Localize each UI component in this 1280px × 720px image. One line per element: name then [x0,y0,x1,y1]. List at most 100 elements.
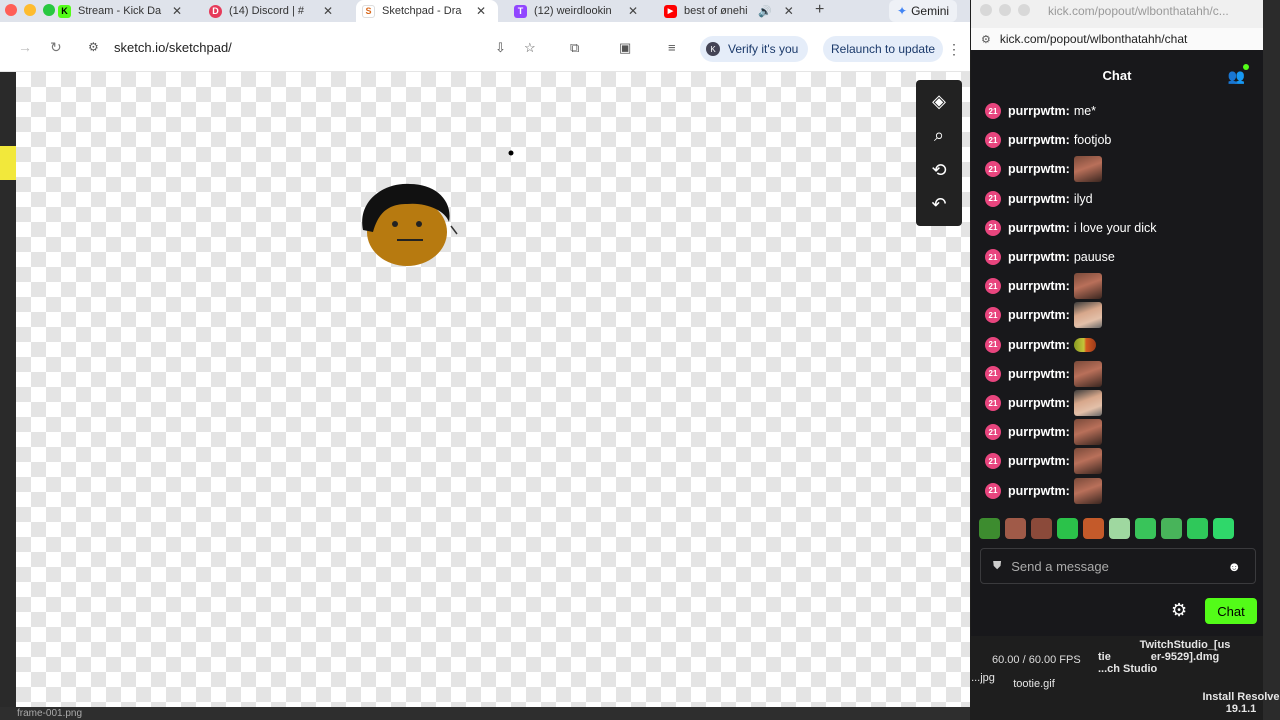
tab-discord[interactable]: D (14) Discord | # ✕ [203,0,333,22]
reading-list-icon[interactable]: ≡ [668,40,676,55]
bookmark-star-icon[interactable]: ☆ [524,40,536,56]
send-chat-button[interactable]: Chat [1205,598,1257,624]
subscriber-badge-icon: 21 [985,249,1001,265]
chat-username[interactable]: purrpwtm: [1008,454,1070,468]
chat-username[interactable]: purrpwtm: [1008,396,1070,410]
chat-username[interactable]: purrpwtm: [1008,484,1070,498]
quick-emote-button[interactable] [1005,517,1026,539]
chat-message-text: pauuse [1073,250,1115,264]
speaker-icon[interactable]: 🔊 [758,5,772,18]
chat-username[interactable]: purrpwtm: [1008,221,1070,235]
chat-message-list: 21 purrpwtm: me* 21 purrpwtm: footjob 21 purrpw… [971,98,1263,506]
chat-emote[interactable] [1073,156,1102,183]
chat-emote[interactable] [1073,273,1102,300]
youtube-icon: ▶ [664,4,677,18]
chat-input-box[interactable]: ⛊ ☻ [980,548,1256,584]
close-tab-icon[interactable]: ✕ [784,4,794,18]
chat-username[interactable]: purrpwtm: [1008,338,1070,352]
history-icon[interactable]: ⟲ [926,157,952,183]
side-panel-icon[interactable]: ▣ [619,40,631,56]
close-window-button[interactable] [5,4,17,16]
site-settings-icon[interactable]: ⚙ [88,40,102,54]
chat-username[interactable]: purrpwtm: [1008,133,1070,147]
quick-emote-button[interactable] [1083,517,1104,539]
chat-emote[interactable] [1073,360,1102,387]
chat-username[interactable]: purrpwtm: [1008,279,1070,293]
install-app-icon[interactable]: ⇩ [495,40,506,56]
quick-emote-button[interactable] [1187,517,1208,539]
forward-icon[interactable]: → [18,39,32,55]
chat-username[interactable]: purrpwtm: [1008,250,1070,264]
menu-kebab-icon[interactable]: ⋮ [947,41,961,58]
maximize-window-button[interactable] [1018,4,1030,16]
chat-message: 21 purrpwtm: me* [985,98,1096,124]
quick-emote-button[interactable] [1109,517,1130,539]
new-tab-icon[interactable]: + [815,1,824,19]
quick-emote-button[interactable] [1057,517,1078,539]
quick-emote-button[interactable] [1161,517,1182,539]
quick-emote-button[interactable] [1135,517,1156,539]
site-settings-icon[interactable]: ⚙ [981,33,991,46]
close-window-button[interactable] [980,4,992,16]
gemini-button[interactable]: ✦ Gemini [889,0,958,22]
desktop-install-resolve[interactable]: Install Resolve 19.1.1 [1202,691,1280,715]
close-tab-icon[interactable]: ✕ [323,4,333,18]
emoji-picker-icon[interactable]: ☻ [1227,559,1241,574]
undo-icon[interactable]: ↶ [926,192,952,218]
chat-popout-window: kick.com/popout/wlbonthatahh/c... ⚙ kick… [971,0,1263,636]
minimize-window-button[interactable] [999,4,1011,16]
sketch-canvas[interactable] [16,72,970,707]
discord-icon: D [209,4,222,18]
chat-emote[interactable] [1073,419,1102,446]
chat-username[interactable]: purrpwtm: [1008,308,1070,322]
chat-username[interactable]: purrpwtm: [1008,104,1070,118]
chat-message-input[interactable] [1011,558,1228,574]
zoom-search-icon[interactable]: ⌕ [926,123,952,149]
chat-header: Chat 👥 [971,52,1263,98]
subscriber-badge-icon: 21 [985,482,1001,499]
tab-youtube[interactable]: ▶ best of ønehi 🔊 ✕ [658,0,794,22]
quick-emote-button[interactable] [1213,517,1234,539]
minimize-window-button[interactable] [24,4,36,16]
close-tab-icon[interactable]: ✕ [172,4,182,18]
chat-emote[interactable] [1073,337,1096,352]
tab-twitch[interactable]: T (12) weirdlookin ✕ [508,0,638,22]
sketchpad-icon: S [362,4,375,18]
relaunch-button[interactable]: Relaunch to update [823,36,944,62]
chat-message: 21 purrpwtm: [985,302,1102,329]
subscriber-badge-icon: 21 [985,190,1001,207]
desktop-file-jpg[interactable]: ...jpg [970,672,996,684]
address-bar[interactable]: ⚙ sketch.io/sketchpad/ [80,35,600,59]
chat-message: 21 purrpwtm: [985,419,1102,446]
chat-username[interactable]: purrpwtm: [1008,192,1070,206]
desktop-file-tootie[interactable]: tootie.gif [1000,678,1068,690]
kick-icon: K [58,4,71,18]
window-controls [980,4,1030,16]
chat-emote[interactable] [1073,390,1102,416]
chat-username[interactable]: purrpwtm: [1008,367,1070,381]
close-tab-icon[interactable]: ✕ [628,4,638,18]
chat-settings-gear-icon[interactable]: ⚙ [1171,600,1187,621]
chat-username[interactable]: purrpwtm: [1008,425,1070,439]
chat-username[interactable]: purrpwtm: [1008,162,1070,176]
extensions-icon[interactable]: ⧉ [570,40,579,56]
quick-emote-button[interactable] [1031,517,1052,539]
subscriber-badge-icon: 21 [985,161,1001,178]
chat-emote[interactable] [1073,477,1102,504]
chat-address-bar[interactable]: ⚙ kick.com/popout/wlbonthatahh/chat [971,28,1263,50]
fps-readout: 60.00 / 60.00 FPS [992,654,1081,666]
users-icon[interactable]: 👥 [1228,64,1250,85]
reload-icon[interactable]: ↻ [50,39,62,56]
tab-sketchpad[interactable]: S Sketchpad - Dra ✕ [356,0,498,22]
chat-message: 21 purrpwtm: [985,156,1102,183]
tab-kick-stream[interactable]: K Stream - Kick Da ✕ [52,0,182,22]
quick-emote-button[interactable] [979,517,1000,539]
verify-profile-button[interactable]: K Verify it's you [700,36,809,62]
relaunch-label: Relaunch to update [831,42,936,56]
pen-cursor-icon [450,225,458,235]
layers-icon[interactable]: ◈ [926,88,952,114]
chat-emote[interactable] [1073,448,1102,475]
desktop-app-twitch-studio[interactable]: tie ...ch Studio [1098,651,1158,675]
close-tab-icon[interactable]: ✕ [476,4,486,18]
chat-emote[interactable] [1073,302,1102,329]
